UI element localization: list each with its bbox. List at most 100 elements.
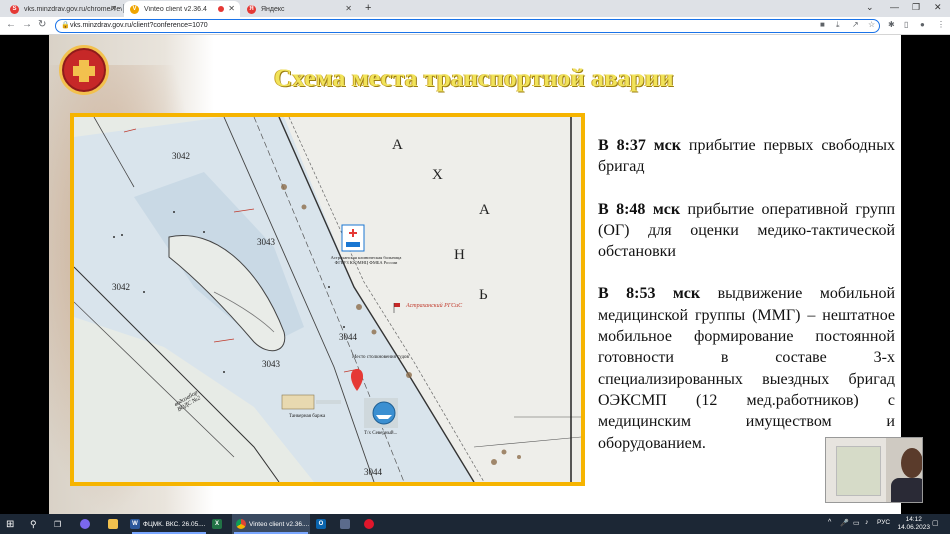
clock-time: 14:12 (905, 516, 922, 523)
timeline-time: В 8:53 мск (598, 285, 701, 303)
close-tab-icon[interactable]: ✕ (345, 4, 352, 13)
task-view-icon: ❐ (54, 519, 62, 529)
rescue-station-label: Астраханский РГСиС (406, 303, 463, 309)
camera-icon[interactable]: ■ (820, 20, 825, 29)
tab-favicon: V (130, 4, 139, 14)
menu-kebab-icon[interactable]: ⋮ (937, 20, 945, 29)
depth-label: 3044 (339, 332, 357, 342)
network-app-icon (340, 519, 350, 529)
timeline-text: В 8:37 мск прибытие первых свободных бри… (598, 135, 895, 475)
tanker-label: Танкерная баржа (289, 414, 326, 419)
notifications-icon[interactable]: ▢ (932, 519, 939, 527)
side-panel-icon[interactable]: ▯ (904, 20, 908, 29)
timeline-time: В 8:48 мск (598, 200, 681, 218)
windows-taskbar: ⊞ ⚲ ❐ W ФЦМК. ВКС. 26.05.... X Vinteo cl… (0, 514, 950, 534)
system-clock[interactable]: 14:12 14.06.2023 (897, 516, 930, 532)
webcam-wall-map (836, 446, 881, 496)
opera-icon (364, 519, 374, 529)
install-icon[interactable]: ⤓ (836, 20, 840, 30)
address-bar[interactable]: 🔒 vks.minzdrav.gov.ru/client?conference=… (55, 19, 880, 33)
close-tab-icon[interactable]: ✕ (110, 4, 117, 13)
webcam-self-view[interactable] (825, 437, 923, 503)
participant-head (901, 448, 922, 478)
presentation-slide: Схема места транспортной аварии 3042 304… (49, 35, 901, 514)
participant-body (891, 478, 922, 502)
url-text: vks.minzdrav.gov.ru/client?conference=10… (70, 22, 208, 29)
minimize-button[interactable]: — (890, 2, 899, 12)
slide-title: Схема места транспортной аварии (274, 65, 674, 92)
depth-label: 3043 (262, 359, 280, 369)
tab-yandex[interactable]: Я Яндекс ✕ (241, 1, 357, 17)
outlook-icon: O (316, 519, 326, 529)
ship-label: Т/х Северный... (364, 431, 398, 436)
taskbar-app-explorer[interactable] (108, 514, 121, 534)
depth-label: 3043 (257, 237, 275, 247)
river-letter: Н (454, 247, 465, 263)
tab-search-icon[interactable]: ⌄ (866, 2, 874, 13)
accident-label: Место столкновения судов (352, 355, 409, 360)
new-tab-button[interactable]: + (365, 2, 371, 14)
clock-date: 14.06.2023 (897, 524, 930, 531)
depth-label: 3042 (172, 151, 190, 161)
hospital-label: Астраханская клиническая больница ФГБУЗ … (330, 255, 402, 265)
timeline-time: В 8:37 мск (598, 137, 681, 154)
depth-label: 3044 (364, 467, 382, 477)
window-close-button[interactable]: ✕ (934, 2, 942, 13)
taskbar-app-label: ФЦМК. ВКС. 26.05.... (143, 520, 206, 528)
emblem-cross-horizontal (73, 66, 95, 76)
browser-tab-strip: S vks.minzdrav.gov.ru/chrome/?ev ✕ V Vin… (0, 0, 950, 17)
depth-label: 3042 (112, 282, 130, 292)
river-letter: А (479, 202, 490, 218)
profile-avatar-icon[interactable]: ● (920, 20, 925, 29)
ministry-emblem-logo (59, 45, 109, 95)
excel-icon: X (212, 519, 222, 529)
close-tab-icon[interactable]: ✕ (228, 4, 235, 13)
timeline-entry: В 8:53 мск выдвижение мобильной медицинс… (598, 283, 895, 453)
taskbar-app-network[interactable] (340, 514, 353, 534)
forward-arrow-icon[interactable]: → (22, 19, 32, 30)
share-icon[interactable]: ↗ (852, 20, 859, 29)
maximize-button[interactable]: ❐ (912, 2, 920, 13)
search-button[interactable]: ⚲ (30, 514, 37, 534)
language-indicator[interactable]: РУС (877, 519, 890, 526)
timeline-entry: В 8:37 мск прибытие первых свободных бри… (598, 135, 895, 178)
taskbar-app-label: Vinteo client v2.36.... (249, 520, 310, 528)
taskbar-app-opera[interactable] (364, 514, 377, 534)
browser-toolbar: ← → ↻ 🔒 vks.minzdrav.gov.ru/client?confe… (0, 17, 950, 35)
timeline-description: выдвижение мобильной медицинской группы … (598, 285, 895, 452)
lock-icon: 🔒 (61, 22, 70, 29)
map-drawing (74, 117, 581, 482)
tab-title: vks.minzdrav.gov.ru/chrome/?ev (24, 5, 122, 13)
taskbar-app-excel[interactable]: X (212, 514, 225, 534)
taskbar-app-assistant[interactable] (80, 514, 93, 534)
bookmark-star-icon[interactable]: ☆ (868, 20, 875, 29)
taskbar-app-word[interactable]: W ФЦМК. ВКС. 26.05.... (130, 514, 208, 534)
tab-vinteo-client[interactable]: V Vinteo client v2.36.4 ✕ (124, 1, 240, 17)
reload-icon[interactable]: ↻ (38, 19, 46, 30)
extensions-icon[interactable]: ✱ (888, 20, 895, 29)
tab-vks-chrome[interactable]: S vks.minzdrav.gov.ru/chrome/?ev ✕ (4, 1, 122, 17)
word-icon: W (130, 519, 140, 529)
chrome-icon (236, 519, 246, 529)
taskbar-app-outlook[interactable]: O (316, 514, 329, 534)
task-view-button[interactable]: ❐ (54, 514, 61, 534)
taskbar-app-chrome[interactable]: Vinteo client v2.36.... (232, 514, 310, 534)
network-icon[interactable]: ▭ (853, 519, 860, 527)
timeline-entry: В 8:48 мск прибытие оперативной групп (О… (598, 199, 895, 263)
folder-icon (108, 519, 118, 529)
tray-expand-icon[interactable]: ^ (828, 519, 831, 526)
tab-favicon: Я (247, 4, 256, 14)
back-arrow-icon[interactable]: ← (6, 19, 16, 30)
river-letter: Ь (479, 287, 488, 303)
river-letter: А (392, 137, 403, 153)
tab-title: Яндекс (261, 5, 285, 13)
tab-favicon: S (10, 4, 19, 14)
search-icon: ⚲ (30, 518, 37, 529)
accident-scheme-map: 3042 3043 3042 3044 3043 3044 А Х А Н Ь … (70, 113, 585, 486)
volume-icon[interactable]: ♪ (865, 519, 869, 526)
tab-title: Vinteo client v2.36.4 (144, 5, 207, 13)
windows-logo-icon: ⊞ (6, 518, 15, 530)
microphone-icon[interactable]: 🎤 (840, 519, 849, 527)
assistant-icon (80, 519, 90, 529)
start-button[interactable]: ⊞ (6, 514, 14, 534)
